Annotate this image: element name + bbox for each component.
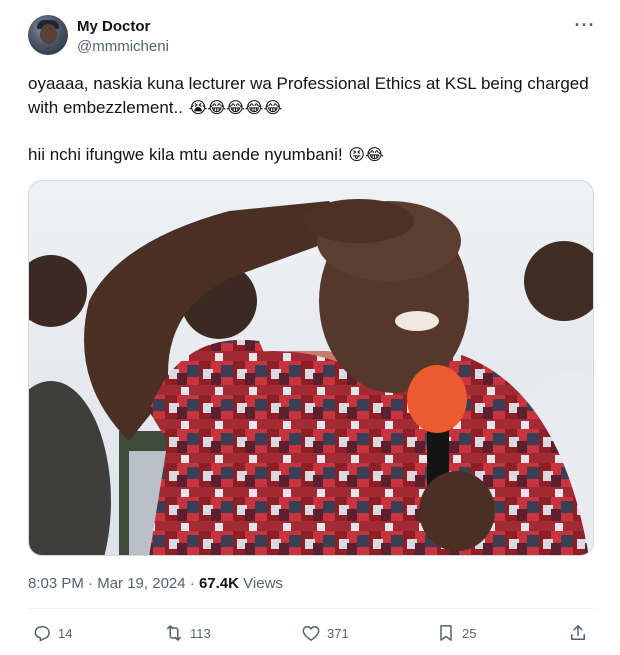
- share-button[interactable]: [568, 620, 588, 646]
- reply-count: 14: [58, 625, 73, 641]
- repost-button[interactable]: 113: [164, 620, 211, 646]
- avatar[interactable]: [28, 15, 68, 55]
- share-icon: [571, 625, 585, 640]
- tweet-paragraph-2: hii nchi ifungwe kila mtu aende nyumbani…: [28, 143, 593, 168]
- tweet-line-1-emojis: 😭😂😂😂😂: [188, 100, 283, 117]
- tweet-line-2-text: hii nchi ifungwe kila mtu aende nyumbani…: [28, 145, 343, 164]
- views-count: 67.4K: [198, 575, 239, 592]
- tweet-time[interactable]: 8:03 PM: [28, 575, 84, 592]
- tweet-line-2-emojis: 😝😂: [348, 147, 384, 164]
- tweet-text: oyaaaa, naskia kuna lecturer wa Professi…: [28, 72, 593, 168]
- meta-separator: ·: [88, 575, 94, 592]
- tweet-date[interactable]: Mar 19, 2024: [97, 575, 185, 592]
- tweet-paragraph-1: oyaaaa, naskia kuna lecturer wa Professi…: [28, 72, 593, 121]
- like-button[interactable]: 371: [301, 620, 349, 646]
- tweet-card: My Doctor @mmmicheni ··· oyaaaa, naskia …: [0, 0, 620, 655]
- repost-count: 113: [190, 625, 211, 641]
- author-handle[interactable]: @mmmicheni: [77, 38, 169, 56]
- tweet-photo[interactable]: [28, 180, 594, 556]
- views-label: Views: [243, 575, 283, 592]
- more-options-icon[interactable]: ···: [574, 16, 596, 36]
- like-count: 371: [327, 625, 349, 641]
- bookmark-count: 25: [462, 625, 477, 641]
- bookmark-icon: [440, 625, 452, 641]
- divider: [28, 608, 594, 609]
- meta-separator: ·: [189, 575, 195, 592]
- tweet-line-1-text: oyaaaa, naskia kuna lecturer wa Professi…: [28, 74, 589, 117]
- bookmark-button[interactable]: 25: [436, 620, 476, 646]
- reply-button[interactable]: 14: [32, 620, 72, 646]
- heart-icon: [302, 626, 320, 641]
- action-bar: 14 113 371 25: [28, 620, 594, 646]
- photo-illustration: [29, 181, 593, 555]
- tweet-meta: 8:03 PM · Mar 19, 2024 · 67.4K Views: [28, 574, 283, 594]
- author-display-name[interactable]: My Doctor: [77, 17, 150, 37]
- reply-icon: [34, 626, 50, 642]
- repost-icon: [167, 625, 181, 641]
- avatar-face-shape: [40, 24, 57, 44]
